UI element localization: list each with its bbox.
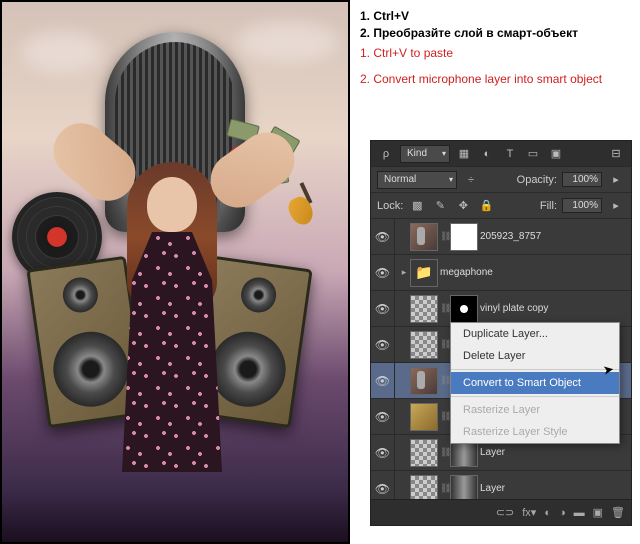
layer-thumbnail [410,439,438,467]
blend-mode-dropdown[interactable]: Normal [377,171,457,189]
lock-all-icon[interactable]: 🔒 [477,197,495,215]
fill-label: Fill: [540,200,557,212]
mask-link-icon[interactable]: ⛓ [440,447,450,458]
layer-thumbnail [410,403,438,431]
layer-context-menu: Duplicate Layer... Delete Layer Convert … [450,322,620,444]
layer-fx-icon[interactable]: fx▾ [522,506,536,519]
fill-input[interactable]: 100% [562,198,602,213]
instr-red2: 2. Convert microphone layer into smart o… [360,71,630,88]
layer-name-label[interactable]: Layer [480,447,626,458]
woman-figure [82,117,262,487]
mask-link-icon[interactable]: ⛓ [440,483,450,494]
panel-blend-row: Normal ÷ Opacity: 100% ▸ [371,167,631,193]
layer-row[interactable]: 👁▸📁megaphone [371,255,631,291]
filter-shape-icon[interactable]: ▭ [524,145,542,163]
mask-thumbnail [450,295,478,323]
instruction-text: 1. Ctrl+V 2. Преобразйте слой в смарт-об… [360,8,630,88]
lock-label: Lock: [377,200,403,212]
layer-name-label[interactable]: vinyl plate copy [480,303,626,314]
panel-lock-row: Lock: ▩ ✎ ✥ 🔒 Fill: 100% ▸ [371,193,631,219]
layer-row[interactable]: 👁 ⛓ 205923_8757 [371,219,631,255]
kind-dropdown[interactable]: Kind [400,145,450,163]
lock-paint-icon[interactable]: ✎ [431,197,449,215]
mask-link-icon[interactable]: ⛓ [440,231,450,242]
panel-filter-row: ρ Kind ▦ ◐ T ▭ ▣ ⊟ [371,141,631,167]
adjustment-layer-icon[interactable]: ◑ [559,507,566,519]
layer-group-icon[interactable]: ▬ [574,507,585,519]
mask-thumbnail [450,223,478,251]
ctx-rasterize-style[interactable]: Rasterize Layer Style [451,421,619,443]
guitar-icon [290,197,320,237]
twirl-icon[interactable]: ▸ [398,267,410,278]
filter-type-icon[interactable]: T [501,145,519,163]
visibility-toggle[interactable]: 👁 [371,471,395,500]
fill-stepper[interactable]: ▸ [607,197,625,215]
search-icon[interactable]: ρ [377,145,395,163]
document-canvas[interactable]: MXL 990 [0,0,350,544]
visibility-toggle[interactable]: 👁 [371,255,395,291]
filter-smart-icon[interactable]: ▣ [547,145,565,163]
ctx-separator [451,396,619,397]
ctx-duplicate-layer[interactable]: Duplicate Layer... [451,323,619,345]
layer-thumbnail [410,295,438,323]
ctx-delete-layer[interactable]: Delete Layer [451,345,619,367]
visibility-toggle[interactable]: 👁 [371,435,395,471]
opacity-stepper[interactable]: ▸ [607,171,625,189]
opacity-input[interactable]: 100% [562,172,602,187]
layer-name-label[interactable]: Layer [480,483,626,494]
layer-name-label[interactable]: 205923_8757 [480,231,626,242]
link-layers-icon[interactable]: ⊂⊃ [496,506,514,519]
ctx-rasterize-layer[interactable]: Rasterize Layer [451,399,619,421]
lock-position-icon[interactable]: ✥ [454,197,472,215]
ctx-separator [451,369,619,370]
filter-pixel-icon[interactable]: ▦ [455,145,473,163]
new-layer-icon[interactable]: ▣ [593,506,603,519]
filter-adjust-icon[interactable]: ◐ [478,145,496,163]
filter-toggle[interactable]: ⊟ [607,145,625,163]
folder-icon: 📁 [410,259,438,287]
layer-thumbnail [410,331,438,359]
mask-link-icon[interactable]: ⛓ [440,303,450,314]
ctx-convert-smart-object[interactable]: Convert to Smart Object [451,372,619,394]
layer-name-label[interactable]: megaphone [440,267,626,278]
visibility-toggle[interactable]: 👁 [371,219,395,255]
visibility-toggle[interactable]: 👁 [371,399,395,435]
mask-link-icon[interactable]: ⛓ [440,411,450,422]
blend-stepper[interactable]: ÷ [462,171,480,189]
panel-footer: ⊂⊃ fx▾ ◐ ◑ ▬ ▣ 🗑 [371,499,631,525]
layer-thumbnail [410,475,438,500]
lock-transparent-icon[interactable]: ▩ [408,197,426,215]
layer-thumbnail [410,223,438,251]
layer-mask-icon[interactable]: ◐ [544,507,551,519]
visibility-toggle[interactable]: 👁 [371,291,395,327]
instr-step1: 1. Ctrl+V [360,8,630,25]
layer-row[interactable]: 👁 ⛓ Layer [371,471,631,499]
layer-thumbnail [410,367,438,395]
mask-link-icon[interactable]: ⛓ [440,339,450,350]
mask-link-icon[interactable]: ⛓ [440,375,450,386]
mask-thumbnail [450,475,478,500]
visibility-toggle[interactable]: 👁 [371,327,395,363]
opacity-label: Opacity: [517,174,557,186]
instr-red1: 1. Ctrl+V to paste [360,45,630,62]
visibility-toggle[interactable]: 👁 [371,363,395,399]
delete-layer-icon[interactable]: 🗑 [611,506,625,519]
instr-step2: 2. Преобразйте слой в смарт-объект [360,25,630,42]
